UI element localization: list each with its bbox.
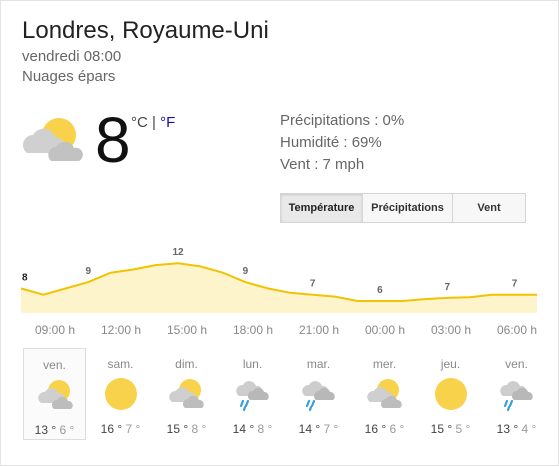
high-temp: 13 ° [496, 422, 519, 436]
humidity-stat: Humidité : 69% [280, 134, 382, 151]
day-temps: 16 ° 7 ° [89, 422, 152, 436]
condition: Nuages épars [22, 68, 116, 85]
low-temp: 4 ° [521, 422, 537, 436]
tab-temperature[interactable]: Température [281, 194, 363, 222]
tab-precipitation[interactable]: Précipitations [363, 194, 453, 222]
partly-cloudy-icon [367, 376, 403, 412]
chart-tabs: Température Précipitations Vent [280, 193, 526, 223]
high-temp: 15 ° [430, 422, 453, 436]
temperature-area [21, 263, 537, 313]
partly-cloudy-icon [169, 376, 205, 412]
day-name: ven. [505, 357, 528, 371]
data-label: 9 [86, 266, 92, 277]
low-temp: 8 ° [257, 422, 273, 436]
data-label: 7 [512, 279, 518, 290]
day-temps: 15 ° 5 ° [419, 422, 482, 436]
data-label: 9 [243, 266, 249, 277]
time-tick-label: 21:00 h [298, 323, 340, 337]
partly-cloudy-icon [21, 113, 87, 169]
day-name: mar. [306, 357, 331, 371]
high-temp: 14 ° [298, 422, 321, 436]
data-label: 7 [444, 282, 450, 293]
high-temp: 15 ° [166, 422, 189, 436]
high-temp: 16 ° [100, 422, 123, 436]
low-temp: 6 ° [389, 422, 405, 436]
day-temps: 16 ° 6 ° [353, 422, 416, 436]
low-temp: 5 ° [455, 422, 471, 436]
showers-icon [499, 376, 535, 412]
day-temps: 13 ° 4 ° [485, 422, 548, 436]
forecast-day-3[interactable]: lun. 14 ° 8 ° [221, 348, 284, 440]
fahrenheit-unit[interactable]: °F [160, 114, 175, 131]
day-temps: 14 ° 8 ° [221, 422, 284, 436]
wind-stat: Vent : 7 mph [280, 156, 365, 173]
high-temp: 14 ° [232, 422, 255, 436]
high-temp: 16 ° [364, 422, 387, 436]
data-label: 7 [310, 279, 316, 290]
datetime: vendredi 08:00 [22, 48, 122, 65]
weather-card: Londres, Royaume-Uni vendredi 08:00 Nuag… [0, 0, 559, 466]
time-tick-label: 18:00 h [232, 323, 274, 337]
forecast-day-0[interactable]: ven. 13 ° 6 ° [23, 348, 86, 440]
day-temps: 15 ° 8 ° [155, 422, 218, 436]
current-temperature: 8 [95, 104, 131, 176]
day-name: ven. [43, 358, 66, 372]
precipitation-stat: Précipitations : 0% [280, 112, 405, 129]
sunny-icon [103, 376, 139, 412]
day-name: dim. [175, 357, 198, 371]
day-temps: 13 ° 6 ° [24, 423, 85, 437]
sunny-icon [433, 376, 469, 412]
low-temp: 6 ° [59, 423, 75, 437]
tab-wind[interactable]: Vent [453, 194, 525, 222]
day-name: jeu. [440, 357, 461, 371]
time-tick-label: 12:00 h [100, 323, 142, 337]
high-temp: 13 ° [34, 423, 57, 437]
day-name: lun. [242, 357, 263, 371]
forecast-day-7[interactable]: ven. 13 ° 4 ° [485, 348, 548, 440]
time-tick-label: 15:00 h [166, 323, 208, 337]
low-temp: 7 ° [323, 422, 339, 436]
showers-icon [301, 376, 337, 412]
low-temp: 8 ° [191, 422, 207, 436]
data-label: 6 [377, 285, 383, 296]
data-label: 8 [22, 272, 28, 283]
forecast-day-2[interactable]: dim. 15 ° 8 ° [155, 348, 218, 440]
data-label: 12 [172, 247, 184, 258]
time-tick-label: 00:00 h [364, 323, 406, 337]
day-name: mer. [372, 357, 397, 371]
partly-cloudy-icon [38, 377, 74, 413]
forecast-day-6[interactable]: jeu. 15 ° 5 ° [419, 348, 482, 440]
time-tick-label: 09:00 h [34, 323, 76, 337]
location-title: Londres, Royaume-Uni [22, 17, 269, 44]
time-tick-label: 03:00 h [430, 323, 472, 337]
day-temps: 14 ° 7 ° [287, 422, 350, 436]
day-name: sam. [107, 357, 134, 371]
showers-icon [235, 376, 271, 412]
forecast-day-4[interactable]: mar. 14 ° 7 ° [287, 348, 350, 440]
low-temp: 7 ° [125, 422, 141, 436]
time-tick-label: 06:00 h [496, 323, 538, 337]
unit-separator: | [152, 114, 156, 131]
temperature-chart: 8 9 12 9 7 6 7 7 [21, 247, 537, 313]
unit-switch: °C | °F [131, 114, 175, 131]
celsius-unit[interactable]: °C [131, 114, 148, 131]
forecast-day-5[interactable]: mer. 16 ° 6 ° [353, 348, 416, 440]
forecast-day-1[interactable]: sam. 16 ° 7 ° [89, 348, 152, 440]
